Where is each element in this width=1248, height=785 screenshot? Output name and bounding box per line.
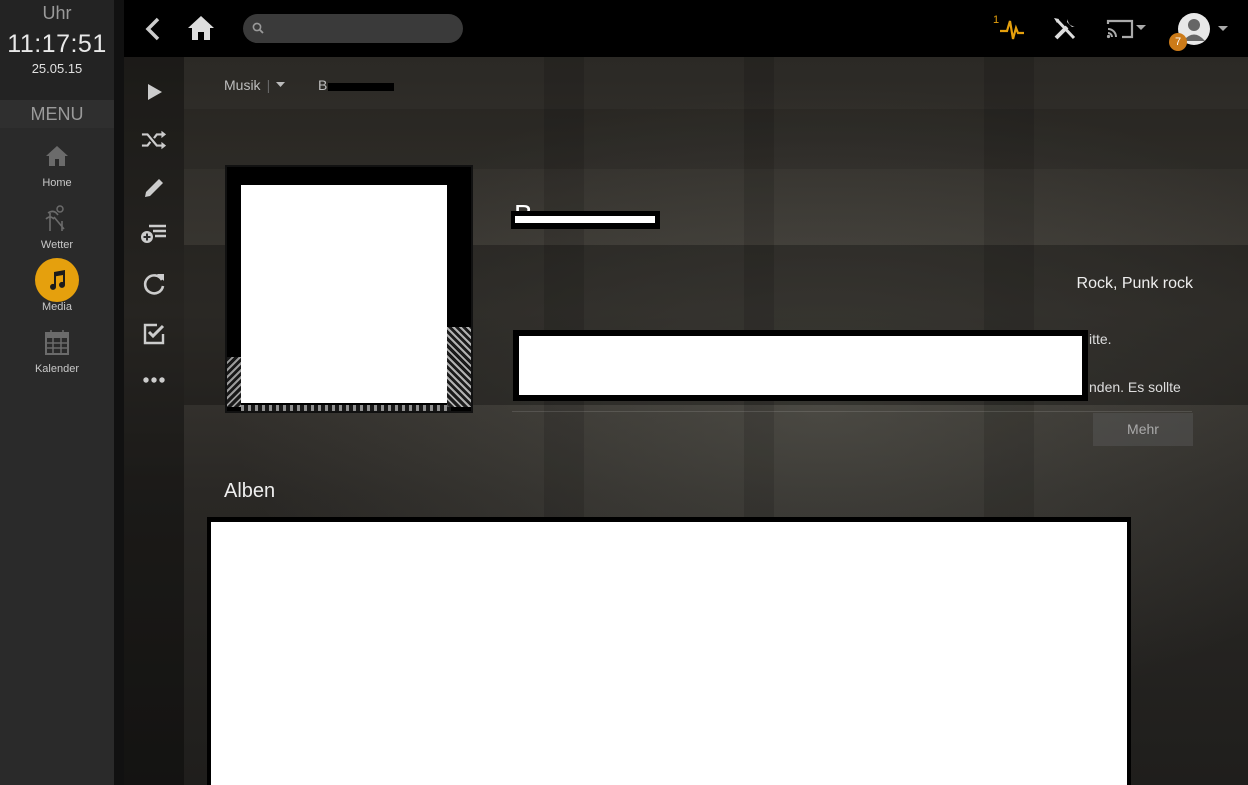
add-to-playlist-button[interactable] <box>141 221 167 247</box>
cast-button[interactable] <box>1106 18 1148 45</box>
mark-watched-button[interactable] <box>141 321 167 347</box>
clock-widget: Uhr 11:17:51 25.05.15 <box>0 0 114 100</box>
divider <box>512 411 1192 412</box>
header-band <box>184 109 1248 169</box>
chevron-left-icon <box>145 17 160 41</box>
breadcrumb-separator: | <box>266 77 271 93</box>
poster-image <box>241 185 447 403</box>
more-actions-button[interactable] <box>141 367 167 393</box>
home-icon <box>0 138 114 174</box>
play-button[interactable] <box>141 79 167 105</box>
breadcrumb-current[interactable]: B <box>318 77 327 93</box>
music-note-icon <box>35 258 79 302</box>
menu-item-label: Media <box>42 301 72 313</box>
chevron-down-icon[interactable] <box>276 82 286 88</box>
breadcrumb-section[interactable]: Musik <box>224 77 261 93</box>
albums-heading: Alben <box>224 480 276 502</box>
albums-grid <box>211 522 1127 785</box>
more-button[interactable]: Mehr <box>1093 413 1193 446</box>
clock-date: 25.05.15 <box>31 61 83 76</box>
top-bar: 1 7 <box>124 0 1248 57</box>
calendar-icon <box>0 324 114 360</box>
pencil-icon <box>145 179 163 197</box>
main-content: Musik| B B Rock, Punk rock itte. nden. E… <box>124 57 1248 785</box>
poster-texture <box>241 405 451 411</box>
search-field[interactable] <box>243 14 463 43</box>
ellipsis-icon <box>143 377 165 383</box>
redaction-bar <box>328 83 394 91</box>
checkbox-icon <box>143 323 165 345</box>
home-icon <box>188 16 214 40</box>
settings-button[interactable] <box>1052 16 1078 47</box>
shuffle-button[interactable] <box>141 127 167 153</box>
menu-title: MENU <box>0 100 114 128</box>
main-sidebar: Uhr 11:17:51 25.05.15 MENU Home Wetter M… <box>0 0 114 785</box>
search-input[interactable] <box>271 18 456 39</box>
poster-texture <box>447 327 471 407</box>
tools-icon <box>1054 18 1076 40</box>
edit-button[interactable] <box>141 175 167 201</box>
menu-item-calendar[interactable]: Kalender <box>0 314 114 376</box>
search-icon <box>252 22 264 34</box>
artist-genre: Rock, Punk rock <box>1076 275 1193 292</box>
activity-pulse-icon <box>1000 20 1024 40</box>
notification-badge[interactable]: 7 <box>1169 33 1187 51</box>
redaction-fill <box>515 216 655 223</box>
clock-time: 11:17:51 <box>7 30 107 58</box>
play-icon <box>148 84 162 100</box>
weather-icon <box>0 200 114 236</box>
media-icon-wrap <box>0 258 114 302</box>
sidebar-divider <box>114 0 124 785</box>
menu-item-label: Kalender <box>34 363 80 375</box>
back-button[interactable] <box>144 17 162 46</box>
home-button[interactable] <box>187 15 215 46</box>
menu-item-label: Home <box>42 177 72 189</box>
summary-text: itte. <box>1089 331 1112 347</box>
add-to-playlist-icon <box>141 224 166 243</box>
clock-label: Uhr <box>42 3 72 23</box>
redaction-fill <box>519 336 1082 395</box>
menu-item-weather[interactable]: Wetter <box>0 190 114 252</box>
menu-item-label: Wetter <box>40 239 74 251</box>
poster-texture <box>227 357 241 407</box>
summary-text: nden. Es sollte <box>1089 379 1181 395</box>
action-toolbar <box>124 57 184 785</box>
refresh-button[interactable] <box>141 271 167 297</box>
shuffle-icon <box>141 130 167 150</box>
menu-item-media[interactable]: Media <box>0 252 114 314</box>
refresh-icon <box>143 274 165 295</box>
breadcrumb: Musik | <box>224 77 286 93</box>
cast-icon <box>1106 19 1146 39</box>
activity-button[interactable] <box>999 17 1025 46</box>
menu-item-home[interactable]: Home <box>0 128 114 190</box>
artist-poster <box>225 165 473 413</box>
